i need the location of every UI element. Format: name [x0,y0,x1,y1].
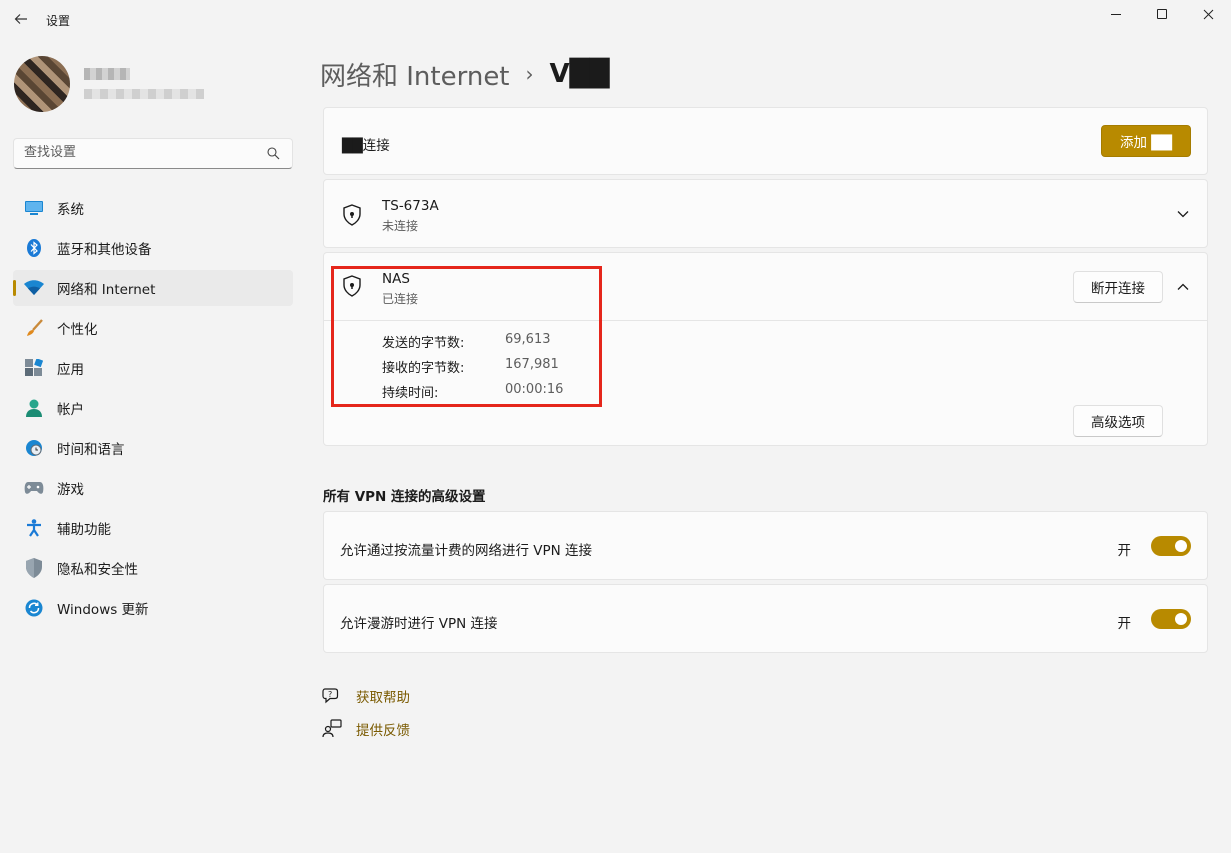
feedback-link-row[interactable]: 提供反馈 [322,719,410,739]
sidebar-item-label: 帐户 [57,402,84,418]
update-icon [24,598,44,618]
help-icon: ? [322,688,339,704]
advanced-options-button[interactable]: 高级选项 [1073,405,1163,437]
section-title: 所有 VPN 连接的高级设置 [323,489,486,505]
accessibility-icon [24,518,44,538]
sidebar-item-label: 辅助功能 [57,522,111,538]
help-link-row[interactable]: ? 获取帮助 [322,686,410,706]
maximize-button[interactable] [1139,0,1185,28]
search-box[interactable] [13,138,293,169]
sidebar-item-accounts[interactable]: 帐户 [13,390,293,426]
setting-metered-vpn: 允许通过按流量计费的网络进行 VPN 连接 开 [323,511,1208,580]
sidebar-item-bluetooth[interactable]: 蓝牙和其他设备 [13,230,293,266]
sidebar-item-label: 应用 [57,362,84,378]
toggle-state-label: 开 [1117,616,1132,632]
avatar[interactable] [14,56,70,112]
disconnect-button[interactable]: 断开连接 [1073,271,1163,303]
vpn-shield-icon [343,204,361,226]
vpn-item-name: TS-673A [382,198,439,214]
user-email [84,89,204,99]
vpn-item-ts673a[interactable]: TS-673A 未连接 [323,179,1208,248]
title-bar: 设置 [0,0,1231,40]
bluetooth-icon [24,238,44,258]
user-name [84,68,130,80]
sidebar-item-time-language[interactable]: 时间和语言 [13,430,293,466]
sidebar-item-accessibility[interactable]: 辅助功能 [13,510,293,546]
sidebar-nav: 系统 蓝牙和其他设备 网络和 Internet 个性化 应用 帐户 时间和语言 … [13,190,293,630]
chevron-down-icon[interactable] [1175,206,1191,222]
globe-clock-icon [24,438,44,458]
shield-icon [24,558,44,578]
sidebar-item-network[interactable]: 网络和 Internet [13,270,293,306]
account-icon [24,398,44,418]
close-icon [1203,9,1213,19]
minimize-icon [1111,13,1121,15]
search-input[interactable] [24,145,254,160]
add-vpn-button[interactable]: 添加 ██ [1101,125,1191,157]
system-icon [24,198,44,218]
chevron-up-icon[interactable] [1175,279,1191,295]
toggle-state-label: 开 [1117,543,1132,559]
toggle-knob [1175,613,1187,625]
toggle-switch[interactable] [1151,609,1191,629]
gamepad-icon [24,478,44,498]
maximize-icon [1157,9,1167,19]
sidebar-item-gaming[interactable]: 游戏 [13,470,293,506]
sidebar-item-windows-update[interactable]: Windows 更新 [13,590,293,626]
setting-label: 允许漫游时进行 VPN 连接 [340,616,498,632]
vpn-item-status: 未连接 [382,219,419,233]
feedback-icon [322,719,342,738]
breadcrumb-separator: › [525,62,534,86]
sidebar-item-label: 隐私和安全性 [57,562,138,578]
sidebar-item-system[interactable]: 系统 [13,190,293,226]
feedback-link[interactable]: 提供反馈 [356,719,410,739]
window-title: 设置 [46,14,71,28]
close-button[interactable] [1185,0,1231,28]
back-arrow-icon [14,14,27,24]
search-icon[interactable] [267,147,280,160]
brush-icon [24,318,44,338]
sidebar-item-apps[interactable]: 应用 [13,350,293,386]
vpn-connections-card: ██连接 添加 ██ [323,107,1208,175]
wifi-icon [24,278,44,298]
vpn-connections-label: ██连接 [342,138,390,154]
sidebar-item-label: Windows 更新 [57,602,149,618]
sidebar-item-privacy[interactable]: 隐私和安全性 [13,550,293,586]
help-link[interactable]: 获取帮助 [356,686,410,706]
svg-text:?: ? [328,690,332,699]
setting-roaming-vpn: 允许漫游时进行 VPN 连接 开 [323,584,1208,653]
sidebar-item-personalization[interactable]: 个性化 [13,310,293,346]
highlight-box [331,266,602,407]
sidebar-item-label: 个性化 [57,322,98,338]
toggle-knob [1175,540,1187,552]
sidebar-item-label: 时间和语言 [57,442,125,458]
sidebar-item-label: 系统 [57,202,84,218]
toggle-switch[interactable] [1151,536,1191,556]
sidebar-item-label: 网络和 Internet [57,282,156,298]
page-title: V██ [549,59,610,89]
sidebar-item-label: 蓝牙和其他设备 [57,242,152,258]
breadcrumb-parent[interactable]: 网络和 Internet [320,56,510,93]
setting-label: 允许通过按流量计费的网络进行 VPN 连接 [340,543,593,559]
minimize-button[interactable] [1093,0,1139,28]
apps-icon [24,358,44,378]
sidebar-item-label: 游戏 [57,482,84,498]
breadcrumb: 网络和 Internet › V██ [320,54,610,94]
back-button[interactable] [8,6,34,32]
